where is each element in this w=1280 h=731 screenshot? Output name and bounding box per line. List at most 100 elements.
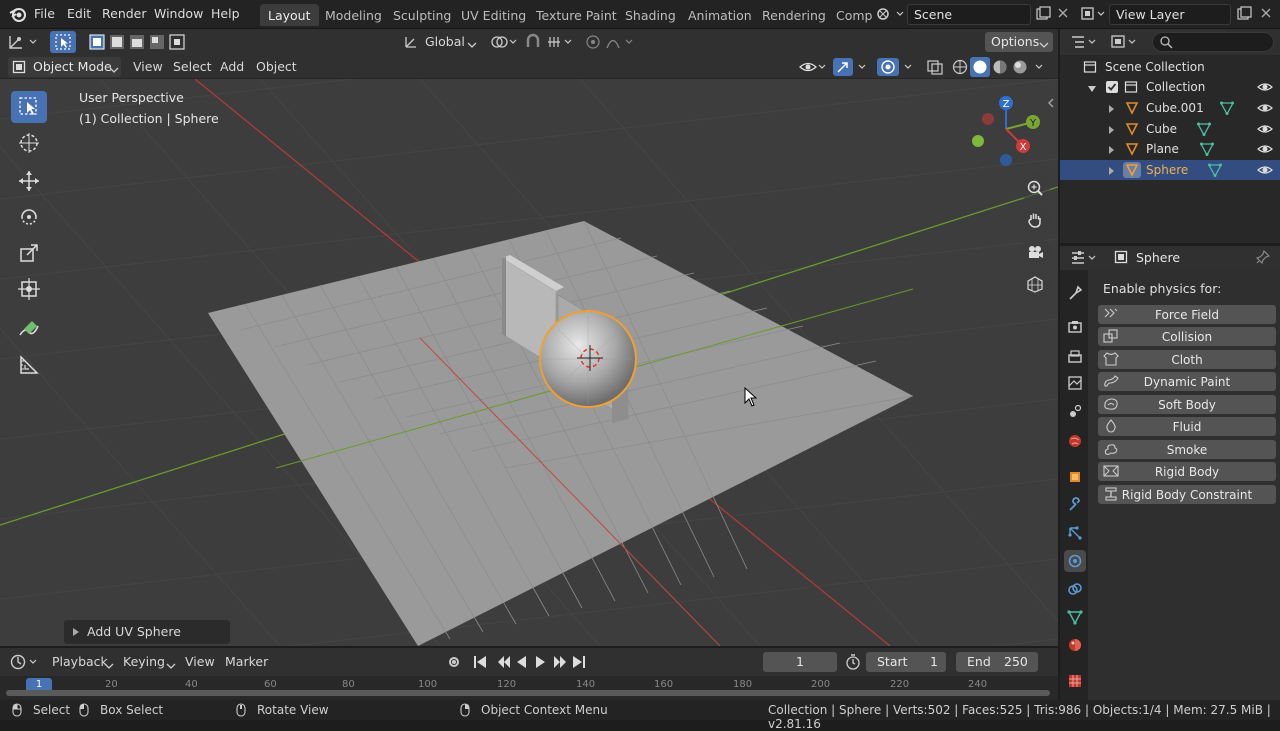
selection-mode-icons[interactable]: [88, 33, 188, 54]
new-view-layer-icon[interactable]: [1236, 6, 1252, 25]
options-dropdown[interactable]: Options: [985, 32, 1053, 52]
menu-file[interactable]: File: [34, 6, 55, 21]
tab-texture-paint[interactable]: Texture Paint: [528, 4, 625, 26]
last-operator-panel[interactable]: Add UV Sphere: [64, 620, 230, 644]
tab-material[interactable]: [1064, 634, 1086, 656]
pin-icon[interactable]: [1255, 249, 1271, 267]
play-reverse-icon[interactable]: [517, 656, 526, 668]
new-scene-icon[interactable]: [1035, 6, 1051, 25]
expand-arrow-icon[interactable]: [1108, 103, 1116, 117]
fluid-button[interactable]: Fluid: [1098, 417, 1276, 436]
transform-tool[interactable]: [11, 273, 47, 305]
force-field-button[interactable]: Force Field: [1098, 305, 1276, 324]
eye-icon[interactable]: [1257, 142, 1273, 159]
record-icon[interactable]: [449, 657, 459, 667]
scene-field[interactable]: Scene: [907, 4, 1031, 25]
eye-icon[interactable]: [1257, 101, 1273, 118]
annotate-tool[interactable]: [11, 313, 47, 345]
navigation-gizmo[interactable]: Z Y X: [966, 91, 1048, 171]
tab-physics[interactable]: [1064, 550, 1086, 572]
next-keyframe-icon[interactable]: [554, 656, 566, 668]
menu-marker[interactable]: Marker: [225, 654, 268, 669]
rigid-body-button[interactable]: Rigid Body: [1098, 462, 1276, 481]
timeline-scrollbar[interactable]: [6, 690, 1050, 696]
timeline-editor-icon[interactable]: [10, 653, 40, 674]
menu-render[interactable]: Render: [102, 6, 147, 21]
jump-end-icon[interactable]: [573, 656, 585, 668]
display-mode-icon[interactable]: [1110, 33, 1140, 54]
tab-data[interactable]: [1064, 606, 1086, 628]
snap-icon[interactable]: [524, 33, 576, 54]
tab-tool[interactable]: [1064, 282, 1086, 304]
tab-modifiers[interactable]: [1064, 494, 1086, 516]
current-frame-field[interactable]: 1: [763, 652, 837, 672]
select-box-tool[interactable]: [11, 91, 47, 123]
tab-scene[interactable]: [1064, 400, 1086, 422]
scale-tool[interactable]: [11, 237, 47, 269]
outliner-editor-icon[interactable]: [1070, 33, 1100, 54]
3d-viewport[interactable]: User Perspective (1) Collection | Sphere: [0, 79, 1058, 646]
delete-view-layer-icon[interactable]: [1259, 6, 1273, 23]
jump-start-icon[interactable]: [474, 656, 486, 668]
view-layer-field[interactable]: View Layer: [1109, 4, 1231, 25]
tab-sculpting[interactable]: Sculpting: [385, 4, 459, 26]
pivot-point-icon[interactable]: [490, 33, 520, 54]
scene-collection-row[interactable]: Scene Collection: [1060, 57, 1280, 77]
play-icon[interactable]: [536, 656, 545, 668]
tab-view-layer[interactable]: [1064, 372, 1086, 394]
move-tool[interactable]: [11, 165, 47, 197]
menu-object[interactable]: Object: [256, 59, 297, 74]
rigid-body-constraint-button[interactable]: Rigid Body Constraint: [1098, 485, 1276, 504]
zoom-button[interactable]: [1020, 173, 1050, 203]
scene-icon[interactable]: [877, 5, 905, 26]
eye-icon[interactable]: [1257, 122, 1273, 139]
prev-keyframe-icon[interactable]: [498, 656, 510, 668]
start-frame-field[interactable]: Start 1: [866, 652, 946, 672]
tab-layout[interactable]: Layout: [260, 4, 319, 26]
mesh-data-icon[interactable]: [1199, 142, 1215, 159]
overlays-icon[interactable]: [876, 57, 918, 80]
dynamic-paint-button[interactable]: Dynamic Paint: [1098, 372, 1276, 391]
viewport-scene[interactable]: [0, 79, 1058, 646]
eye-icon[interactable]: [1257, 80, 1273, 97]
delete-scene-icon[interactable]: [1056, 6, 1070, 23]
tab-shading[interactable]: Shading: [617, 4, 684, 26]
tab-uv-editing[interactable]: UV Editing: [453, 4, 534, 26]
blender-logo-icon[interactable]: [9, 6, 27, 25]
measure-tool[interactable]: [11, 349, 47, 381]
tab-output[interactable]: [1064, 346, 1086, 368]
editor-type-icon[interactable]: [6, 32, 40, 55]
chevron-down-icon[interactable]: [467, 38, 477, 52]
collision-button[interactable]: Collision: [1098, 327, 1276, 346]
menu-help[interactable]: Help: [211, 6, 240, 21]
shading-mode-icons[interactable]: [948, 57, 1048, 80]
expand-arrow-icon[interactable]: [1108, 165, 1116, 179]
chevron-down-icon[interactable]: [104, 659, 114, 673]
visibility-eye-icon[interactable]: [798, 58, 828, 79]
soft-body-button[interactable]: Soft Body: [1098, 395, 1276, 414]
menu-window[interactable]: Window: [154, 6, 203, 21]
properties-editor-icon[interactable]: [1070, 249, 1100, 270]
collection-row[interactable]: Collection: [1060, 77, 1280, 97]
menu-view[interactable]: View: [133, 59, 163, 74]
cursor-tool[interactable]: [11, 127, 47, 159]
tab-object[interactable]: [1064, 466, 1086, 488]
smoke-button[interactable]: Smoke: [1098, 440, 1276, 459]
xray-icon[interactable]: [926, 59, 944, 78]
transform-orientation[interactable]: Global: [425, 34, 465, 49]
chevron-down-icon[interactable]: [166, 659, 176, 673]
timeline-ruler[interactable]: 1 20 40 60 80 100 120 140 160 180 200 22…: [0, 676, 1058, 700]
eye-icon[interactable]: [1257, 163, 1273, 180]
transform-orientation-icon[interactable]: [403, 34, 419, 53]
pan-hand-icon[interactable]: [1020, 205, 1050, 235]
menu-timeline-view[interactable]: View: [185, 654, 215, 669]
ortho-toggle-icon[interactable]: [1020, 269, 1050, 299]
tab-render[interactable]: [1064, 316, 1086, 338]
collapse-arrow-icon[interactable]: [1087, 82, 1097, 96]
tab-texture[interactable]: [1064, 670, 1086, 692]
rotate-tool[interactable]: [11, 201, 47, 233]
preview-range-icon[interactable]: [845, 654, 861, 673]
menu-add[interactable]: Add: [220, 59, 244, 74]
proportional-editing-icon[interactable]: [585, 33, 637, 54]
outliner-item-cube[interactable]: Cube: [1060, 119, 1280, 139]
